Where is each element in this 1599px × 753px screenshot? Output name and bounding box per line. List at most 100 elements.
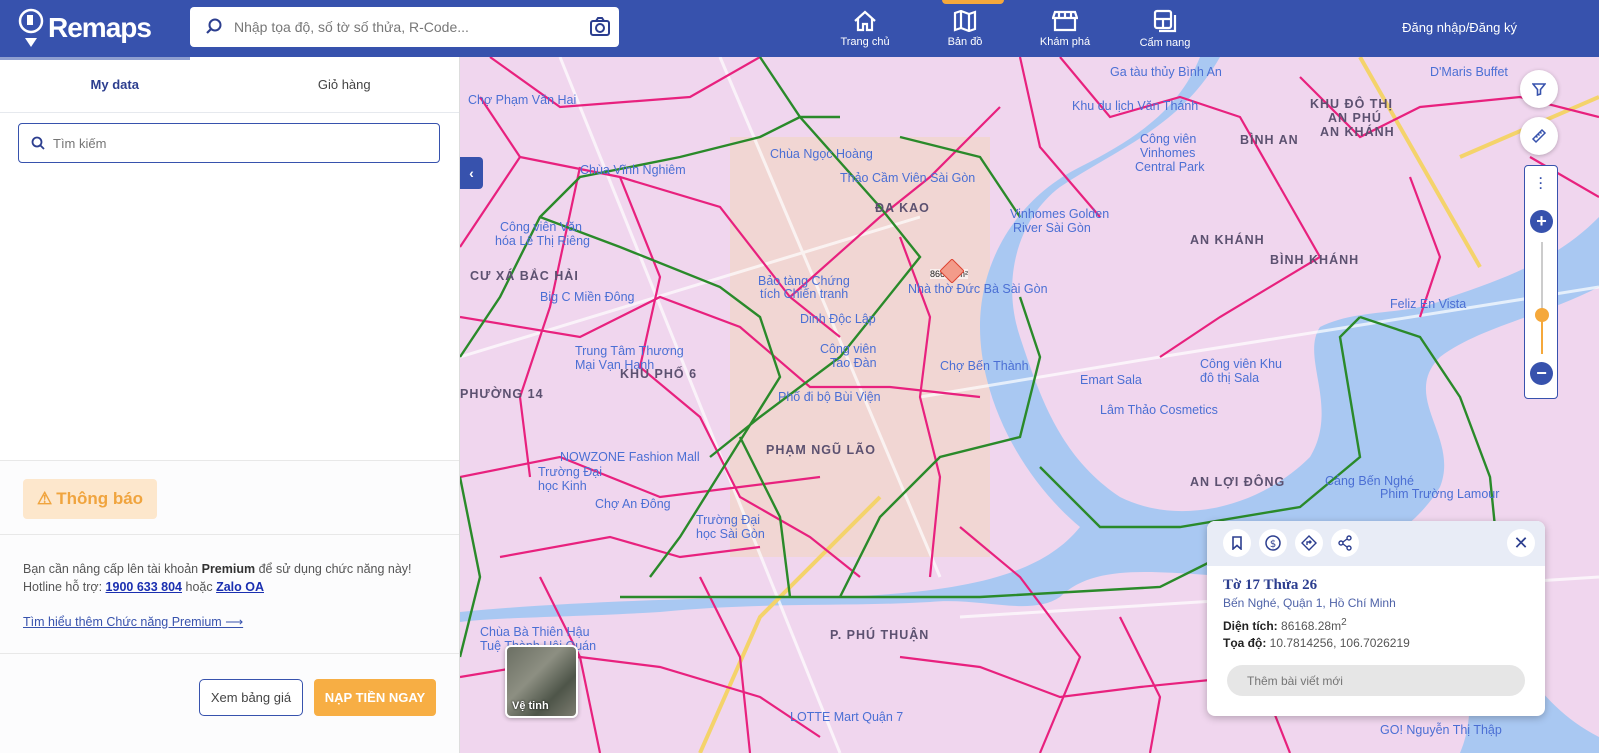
map-label: BÌNH AN — [1240, 133, 1299, 147]
notice-badge: ⚠ Thông báo — [23, 479, 157, 519]
map-label: Chùa Bà Thiên Hậu — [480, 625, 590, 639]
map-label: KHU PHỐ 6 — [620, 367, 698, 381]
map-label: Central Park — [1135, 160, 1205, 174]
measure-button[interactable] — [1520, 117, 1558, 155]
map-label: AN PHÚ — [1328, 111, 1382, 125]
map-label: Vinhomes — [1140, 146, 1196, 160]
map-label: CƯ XÁ BẮC HẢI — [470, 269, 579, 283]
nav-label: Bản đồ — [947, 35, 983, 48]
remaps-logo[interactable]: Remaps — [18, 8, 152, 48]
map-label: Công viên — [820, 342, 877, 356]
tab-cart[interactable]: Giỏ hàng — [230, 57, 460, 112]
selected-parcel-marker[interactable] — [940, 259, 964, 283]
zalo-link[interactable]: Zalo OA — [216, 580, 264, 594]
data-search-input[interactable] — [53, 135, 413, 151]
zoom-slider-handle[interactable] — [1535, 307, 1549, 322]
map-label: học Sài Gòn — [696, 527, 765, 541]
filter-button[interactable] — [1520, 70, 1558, 108]
ruler-icon — [1531, 128, 1547, 144]
close-popup-button[interactable]: ✕ — [1507, 529, 1535, 557]
directions-button[interactable] — [1295, 529, 1323, 557]
home-icon — [854, 10, 876, 31]
map-label: PHƯỜNG 14 — [460, 387, 544, 401]
map-canvas[interactable]: Chợ Phạm Văn Hai Chùa Vĩnh Nghiêm Chùa Ngọ… — [460, 57, 1599, 753]
sidebar-tabs: My data Giỏ hàng — [0, 57, 459, 113]
store-icon — [1052, 10, 1078, 31]
new-post-input[interactable] — [1227, 665, 1525, 696]
map-label: Công viên Văn — [500, 220, 583, 234]
map-label: Vinhomes Golden — [1010, 207, 1110, 221]
premium-info-link[interactable]: Tìm hiểu thêm Chức năng Premium ⟶ — [23, 614, 243, 629]
map-label: ĐA KAO — [875, 201, 930, 215]
map-label: Bảo tàng Chứng — [758, 274, 850, 288]
map-label: GO! Nguyễn Thị Thập — [1380, 723, 1502, 737]
divider — [0, 653, 459, 654]
nav-explore[interactable]: Khám phá — [1015, 0, 1115, 57]
share-button[interactable] — [1331, 529, 1359, 557]
map-label: NOWZONE Fashion Mall — [560, 450, 700, 464]
msg-text: để sử dụng chức năng này! — [255, 562, 412, 576]
svg-text:$: $ — [1270, 539, 1276, 550]
map-label: Nhà thờ Đức Bà Sài Gòn — [908, 282, 1048, 296]
map-label: AN KHÁNH — [1320, 125, 1395, 139]
view-pricing-button[interactable]: Xem bảng giá — [199, 679, 303, 716]
nav-handbook[interactable]: Cẩm nang — [1115, 0, 1215, 57]
parcel-area: Diện tích: 86168.28m2 — [1223, 617, 1347, 633]
collapse-sidebar-button[interactable]: ‹ — [460, 157, 483, 189]
login-register-link[interactable]: Đăng nhập/Đăng ký — [1402, 20, 1517, 35]
directions-icon — [1301, 535, 1317, 551]
zoom-out-button[interactable]: − — [1530, 362, 1553, 385]
map-label: tích Chiến tranh — [760, 287, 849, 301]
map-label: học Kinh — [538, 479, 587, 493]
more-options-icon[interactable]: · · · — [1539, 172, 1543, 194]
search-box — [190, 7, 619, 47]
msg-text: hoặc — [182, 580, 217, 594]
search-icon — [31, 136, 45, 150]
map-label: Công viên Khu — [1200, 357, 1283, 371]
parcel-title: Tờ 17 Thửa 26 — [1223, 577, 1318, 593]
search-icon — [206, 18, 222, 34]
camera-icon[interactable] — [589, 17, 611, 37]
tab-my-data[interactable]: My data — [0, 57, 230, 112]
topup-button[interactable]: NẠP TIỀN NGAY — [314, 679, 436, 716]
map-label: Thảo Cầm Viên Sài Gòn — [840, 171, 976, 185]
price-button[interactable]: $ — [1259, 529, 1287, 557]
msg-text: Bạn cần nâng cấp lên tài khoản — [23, 562, 202, 576]
divider — [0, 534, 459, 535]
logo-text: Remaps — [48, 12, 152, 43]
share-icon — [1338, 535, 1352, 551]
msg-text: Hotline hỗ trợ: — [23, 580, 106, 594]
map-label: AN KHÁNH — [1190, 233, 1265, 247]
parcel-coordinates: Tọa độ: 10.7814256, 106.7026219 — [1223, 636, 1410, 650]
map-label: Chợ An Đông — [595, 497, 671, 511]
map-label: Chùa Vĩnh Nghiêm — [580, 163, 686, 177]
map-label: hóa Lê Thị Riêng — [495, 234, 590, 248]
bookmark-button[interactable] — [1223, 529, 1251, 557]
bookmark-icon — [1232, 536, 1242, 550]
satellite-toggle[interactable]: Vệ tinh — [505, 645, 578, 718]
map-label: Emart Sala — [1080, 373, 1142, 387]
map-label: Tao Đàn — [830, 356, 877, 370]
map-label: Phố đi bộ Bùi Viện — [778, 390, 881, 404]
map-label: Phim Trường Lamour — [1380, 487, 1500, 501]
zoom-in-button[interactable]: + — [1530, 210, 1553, 233]
map-label: BÌNH KHÁNH — [1270, 253, 1360, 267]
map-label: Chợ Phạm Văn Hai — [468, 93, 577, 107]
area-value: 86168.28m — [1281, 619, 1342, 633]
loading-bar — [0, 57, 190, 60]
nav-map[interactable]: Bản đồ — [915, 0, 1015, 57]
zoom-control: · · · + − — [1524, 165, 1558, 399]
coord-value: 10.7814256, 106.7026219 — [1269, 636, 1410, 650]
map-label: Big C Miền Đông — [540, 290, 635, 304]
map-label: LOTTE Mart Quận 7 — [790, 710, 904, 724]
nav-home[interactable]: Trang chủ — [815, 0, 915, 57]
parcel-info-popup: $ ✕ Tờ 17 Thửa 26 Bến Nghé, Quận 1, Hồ C… — [1207, 521, 1545, 716]
popup-toolbar: $ ✕ — [1207, 521, 1545, 566]
filter-icon — [1532, 83, 1546, 96]
map-label: Trường Đại — [538, 465, 603, 479]
data-search-box — [18, 123, 440, 163]
map-label: Feliz En Vista — [1390, 297, 1467, 311]
search-input[interactable] — [234, 19, 574, 35]
hotline-link[interactable]: 1900 633 804 — [106, 580, 182, 594]
chevron-left-icon: ‹ — [469, 165, 474, 181]
